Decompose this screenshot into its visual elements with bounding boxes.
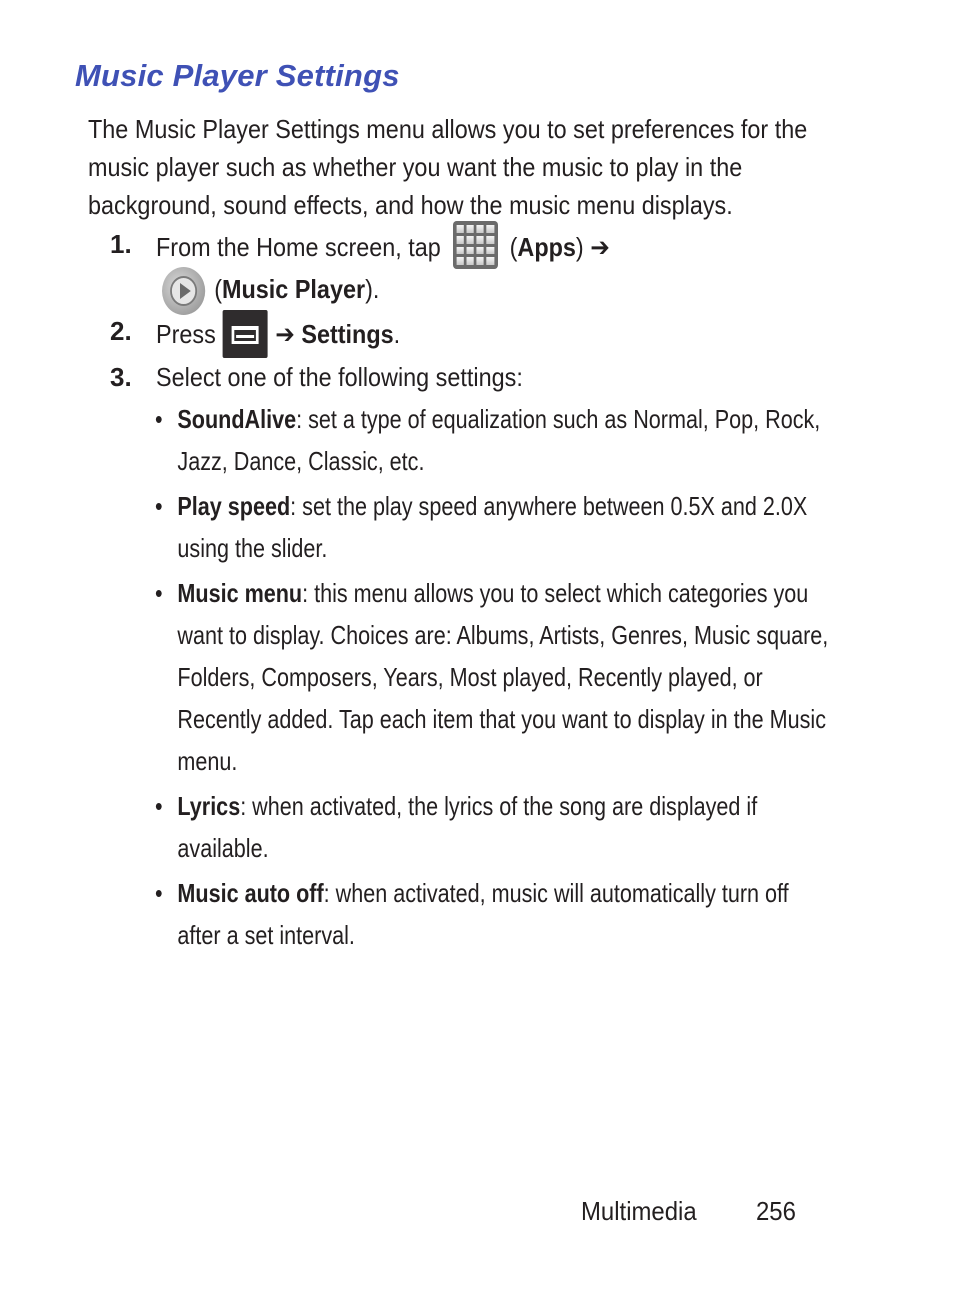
arrow-icon: ➔: [590, 231, 610, 262]
bullet-icon: •: [155, 404, 163, 434]
paren: (: [214, 273, 223, 304]
page-title: Music Player Settings: [75, 58, 400, 93]
paren: ): [575, 231, 591, 262]
apps-grid-icon: [452, 221, 498, 269]
music-player-label: Music Player: [222, 273, 366, 304]
music-player-icon: [162, 267, 206, 315]
period: .: [393, 318, 401, 349]
step-number: 1.: [110, 229, 132, 259]
list-item-soundalive: • SoundAlive: set a type of equalization …: [155, 398, 836, 482]
intro-paragraph: The Music Player Settings menu allows yo…: [88, 114, 808, 220]
list-item-play-speed: • Play speed: set the play speed anywhere…: [155, 485, 836, 569]
setting-name: SoundAlive: [177, 404, 297, 434]
apps-label: Apps: [517, 231, 576, 262]
page-number: 256: [756, 1196, 796, 1226]
list-item-music-auto-off: • Music auto off: when activated, music w…: [155, 872, 836, 956]
step-text: From the Home screen, tap: [156, 231, 441, 262]
step-number: 2.: [110, 316, 132, 346]
list-item-music-menu: • Music menu: this menu allows you to sel…: [155, 572, 836, 782]
bullet-icon: •: [155, 578, 163, 608]
setting-name: Lyrics: [177, 791, 241, 821]
bullet-icon: •: [155, 878, 163, 908]
paren: (: [503, 231, 518, 262]
setting-name: Music auto off: [177, 878, 324, 908]
step-body: From the Home screen, tap (Apps) ➔: [156, 221, 610, 273]
settings-label: Settings: [301, 318, 394, 349]
bullet-icon: •: [155, 791, 163, 821]
setting-description: : when activated, the lyrics of the song…: [177, 791, 758, 863]
settings-list: • SoundAlive: set a type of equalization …: [155, 398, 836, 959]
setting-name: Music menu: [177, 578, 303, 608]
setting-name: Play speed: [177, 491, 291, 521]
list-item-lyrics: • Lyrics: when activated, the lyrics of t…: [155, 785, 836, 869]
paren: ).: [365, 273, 380, 304]
step-text: Select one of the following settings:: [156, 362, 523, 392]
bullet-icon: •: [155, 491, 163, 521]
menu-key-icon: [223, 310, 269, 358]
step-body: Press ➔ Settings.: [156, 310, 401, 360]
step-body: (Music Player).: [162, 267, 379, 315]
step-number: 3.: [110, 362, 132, 392]
arrow-icon: ➔: [275, 318, 295, 349]
step-text: Press: [156, 318, 216, 349]
footer-section: Multimedia: [581, 1196, 697, 1226]
